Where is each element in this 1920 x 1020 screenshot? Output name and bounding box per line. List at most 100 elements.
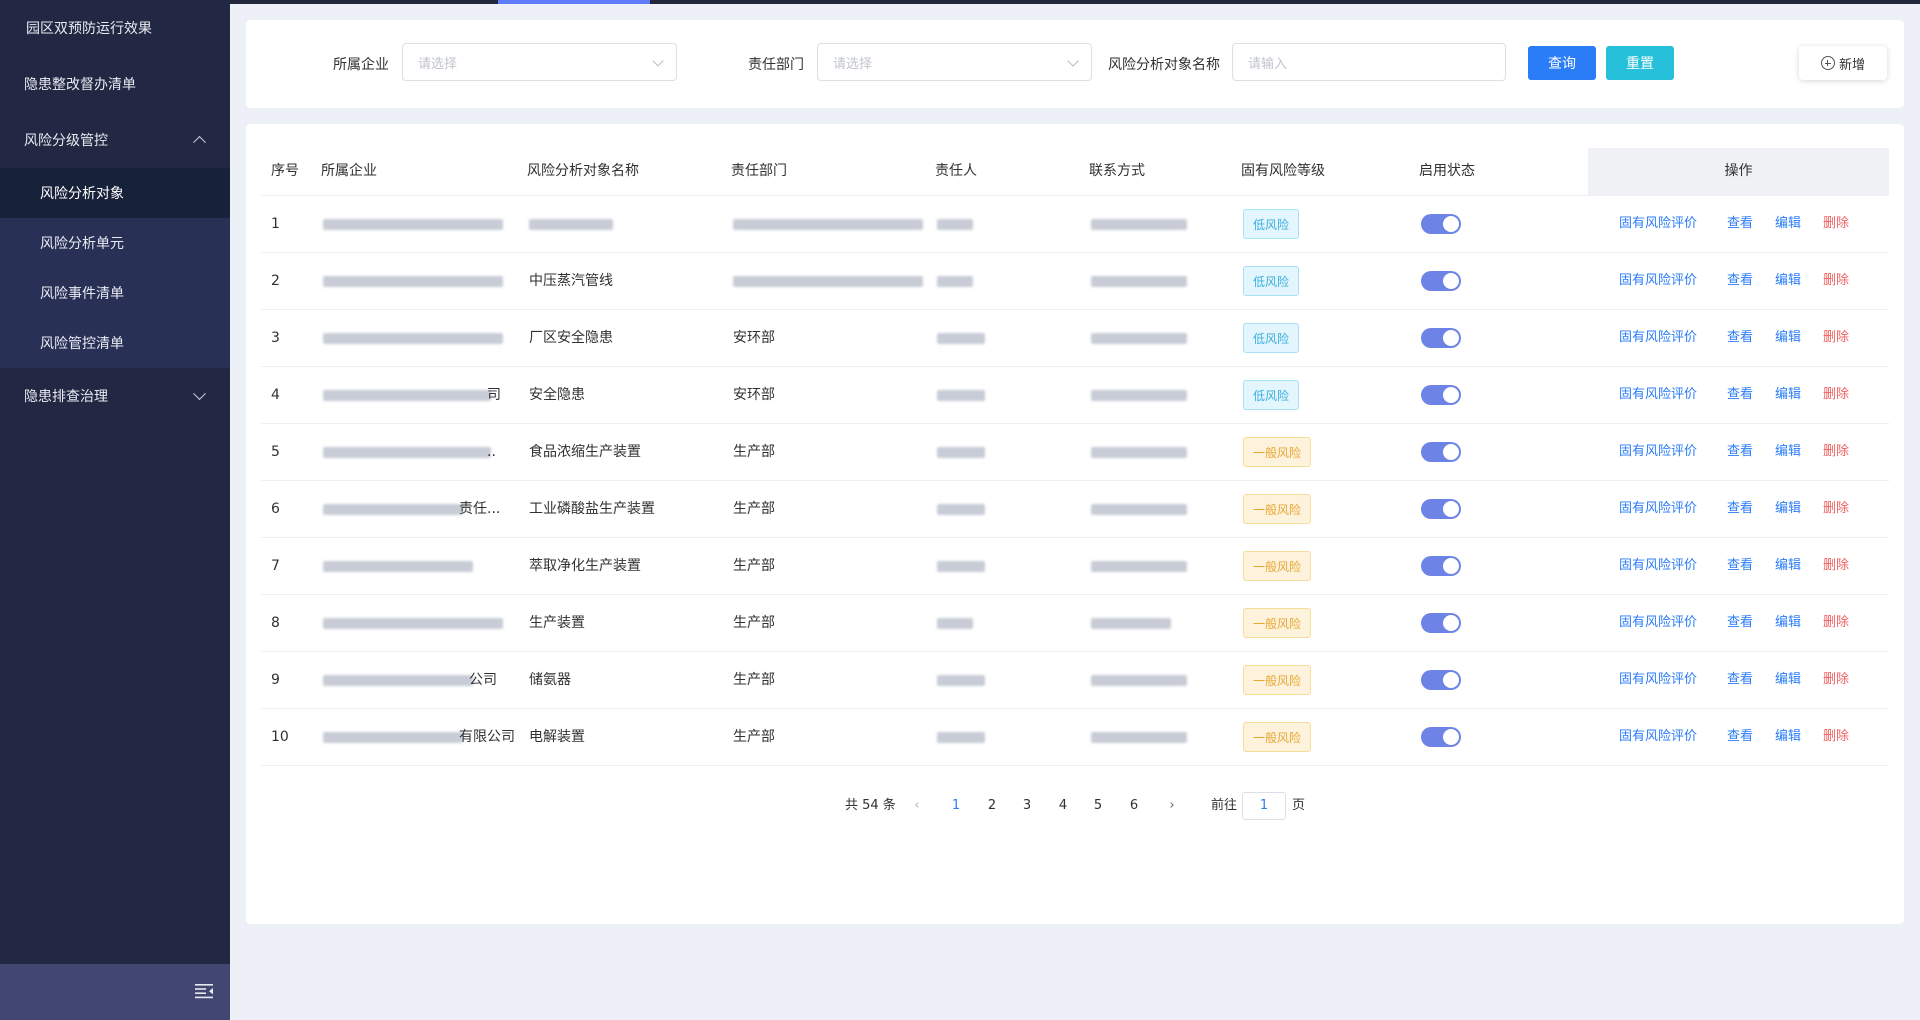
edit-link[interactable]: 编辑 bbox=[1775, 367, 1801, 423]
delete-link[interactable]: 删除 bbox=[1823, 310, 1849, 366]
status-switch[interactable] bbox=[1421, 271, 1461, 291]
table-row: 9 公司 储氨器 生产部 一般风险 固有风险评价 查看 编辑 删除 bbox=[261, 652, 1889, 709]
edit-link[interactable]: 编辑 bbox=[1775, 595, 1801, 651]
sidebar-item-risk-control-list[interactable]: 风险管控清单 bbox=[0, 318, 230, 368]
delete-link[interactable]: 删除 bbox=[1823, 595, 1849, 651]
view-link[interactable]: 查看 bbox=[1727, 367, 1753, 423]
status-switch[interactable] bbox=[1421, 328, 1461, 348]
company-select[interactable]: 请选择 bbox=[402, 43, 677, 81]
view-link[interactable]: 查看 bbox=[1727, 481, 1753, 537]
view-link[interactable]: 查看 bbox=[1727, 652, 1753, 708]
evaluate-link[interactable]: 固有风险评价 bbox=[1619, 310, 1697, 366]
header-contact: 联系方式 bbox=[1089, 163, 1145, 179]
header-ops: 操作 bbox=[1588, 148, 1889, 195]
query-button[interactable]: 查询 bbox=[1528, 46, 1596, 80]
dept-select[interactable]: 请选择 bbox=[817, 43, 1092, 81]
delete-link[interactable]: 删除 bbox=[1823, 481, 1849, 537]
redacted-company bbox=[323, 618, 503, 629]
reset-button-label: 重置 bbox=[1626, 56, 1654, 72]
sidebar: 园区双预防运行效果 隐患整改督办清单 风险分级管控 风险分析对象 风险分析单元 … bbox=[0, 0, 230, 1020]
view-link[interactable]: 查看 bbox=[1727, 538, 1753, 594]
delete-link[interactable]: 删除 bbox=[1823, 538, 1849, 594]
sidebar-collapse-bar bbox=[0, 964, 230, 1020]
redacted-contact bbox=[1091, 390, 1187, 401]
reset-button[interactable]: 重置 bbox=[1606, 46, 1674, 80]
sidebar-item-hazard-governance[interactable]: 隐患排查治理 bbox=[0, 368, 230, 424]
next-page-icon[interactable]: › bbox=[1164, 791, 1180, 821]
page-5[interactable]: 5 bbox=[1086, 791, 1110, 821]
cell-index: 7 bbox=[271, 558, 280, 574]
evaluate-link[interactable]: 固有风险评价 bbox=[1619, 709, 1697, 765]
view-link[interactable]: 查看 bbox=[1727, 424, 1753, 480]
page-2[interactable]: 2 bbox=[980, 791, 1004, 821]
evaluate-link[interactable]: 固有风险评价 bbox=[1619, 253, 1697, 309]
redacted-contact bbox=[1091, 561, 1187, 572]
delete-link[interactable]: 删除 bbox=[1823, 652, 1849, 708]
view-link[interactable]: 查看 bbox=[1727, 196, 1753, 252]
switch-knob bbox=[1443, 387, 1459, 403]
header-object: 风险分析对象名称 bbox=[527, 163, 639, 179]
delete-link[interactable]: 删除 bbox=[1823, 424, 1849, 480]
status-switch[interactable] bbox=[1421, 385, 1461, 405]
cell-object: 安全隐患 bbox=[529, 387, 585, 403]
edit-link[interactable]: 编辑 bbox=[1775, 481, 1801, 537]
sidebar-item-risk-unit[interactable]: 风险分析单元 bbox=[0, 218, 230, 268]
view-link[interactable]: 查看 bbox=[1727, 310, 1753, 366]
status-switch[interactable] bbox=[1421, 556, 1461, 576]
sidebar-item-park-effect[interactable]: 园区双预防运行效果 bbox=[0, 0, 230, 56]
edit-link[interactable]: 编辑 bbox=[1775, 310, 1801, 366]
delete-link[interactable]: 删除 bbox=[1823, 196, 1849, 252]
delete-link[interactable]: 删除 bbox=[1823, 253, 1849, 309]
redacted-contact bbox=[1091, 675, 1187, 686]
risk-level-tag: 一般风险 bbox=[1243, 437, 1312, 467]
edit-link[interactable]: 编辑 bbox=[1775, 253, 1801, 309]
edit-link[interactable]: 编辑 bbox=[1775, 709, 1801, 765]
status-switch[interactable] bbox=[1421, 499, 1461, 519]
menu-fold-icon[interactable] bbox=[194, 982, 214, 1000]
view-link[interactable]: 查看 bbox=[1727, 253, 1753, 309]
sidebar-item-label: 风险分析单元 bbox=[40, 236, 124, 252]
status-switch[interactable] bbox=[1421, 670, 1461, 690]
header-company: 所属企业 bbox=[321, 163, 377, 179]
evaluate-link[interactable]: 固有风险评价 bbox=[1619, 424, 1697, 480]
evaluate-link[interactable]: 固有风险评价 bbox=[1619, 481, 1697, 537]
status-switch[interactable] bbox=[1421, 214, 1461, 234]
goto-label: 前往 bbox=[1211, 798, 1238, 813]
sidebar-item-risk-event[interactable]: 风险事件清单 bbox=[0, 268, 230, 318]
view-link[interactable]: 查看 bbox=[1727, 709, 1753, 765]
edit-link[interactable]: 编辑 bbox=[1775, 196, 1801, 252]
sidebar-item-label: 隐患整改督办清单 bbox=[24, 77, 136, 93]
evaluate-link[interactable]: 固有风险评价 bbox=[1619, 595, 1697, 651]
view-link[interactable]: 查看 bbox=[1727, 595, 1753, 651]
edit-link[interactable]: 编辑 bbox=[1775, 652, 1801, 708]
evaluate-link[interactable]: 固有风险评价 bbox=[1619, 538, 1697, 594]
page-1[interactable]: 1 bbox=[944, 791, 968, 821]
status-switch[interactable] bbox=[1421, 613, 1461, 633]
switch-knob bbox=[1443, 729, 1459, 745]
status-switch[interactable] bbox=[1421, 727, 1461, 747]
prev-page-icon[interactable]: ‹ bbox=[909, 791, 925, 821]
add-button[interactable]: 新增 bbox=[1799, 46, 1887, 80]
page-3[interactable]: 3 bbox=[1015, 791, 1039, 821]
page-6[interactable]: 6 bbox=[1122, 791, 1146, 821]
sidebar-item-risk-object[interactable]: 风险分析对象 bbox=[0, 168, 230, 218]
edit-link[interactable]: 编辑 bbox=[1775, 538, 1801, 594]
delete-link[interactable]: 删除 bbox=[1823, 367, 1849, 423]
page-4[interactable]: 4 bbox=[1051, 791, 1075, 821]
object-name-input[interactable]: 请输入 bbox=[1232, 43, 1506, 81]
sidebar-item-risk-control[interactable]: 风险分级管控 bbox=[0, 112, 230, 168]
table-panel: 序号 所属企业 风险分析对象名称 责任部门 责任人 联系方式 固有风险等级 启用… bbox=[246, 124, 1904, 924]
evaluate-link[interactable]: 固有风险评价 bbox=[1619, 367, 1697, 423]
edit-link[interactable]: 编辑 bbox=[1775, 424, 1801, 480]
evaluate-link[interactable]: 固有风险评价 bbox=[1619, 652, 1697, 708]
redacted-person bbox=[937, 618, 973, 629]
plus-circle-icon bbox=[1820, 56, 1835, 70]
evaluate-link[interactable]: 固有风险评价 bbox=[1619, 196, 1697, 252]
risk-level-tag: 一般风险 bbox=[1243, 722, 1312, 752]
goto-page-input[interactable]: 1 bbox=[1242, 792, 1286, 820]
cell-object: 厂区安全隐患 bbox=[529, 330, 613, 346]
status-switch[interactable] bbox=[1421, 442, 1461, 462]
sidebar-item-rectify-list[interactable]: 隐患整改督办清单 bbox=[0, 56, 230, 112]
delete-link[interactable]: 删除 bbox=[1823, 709, 1849, 765]
sidebar-item-label: 隐患排查治理 bbox=[24, 389, 108, 405]
